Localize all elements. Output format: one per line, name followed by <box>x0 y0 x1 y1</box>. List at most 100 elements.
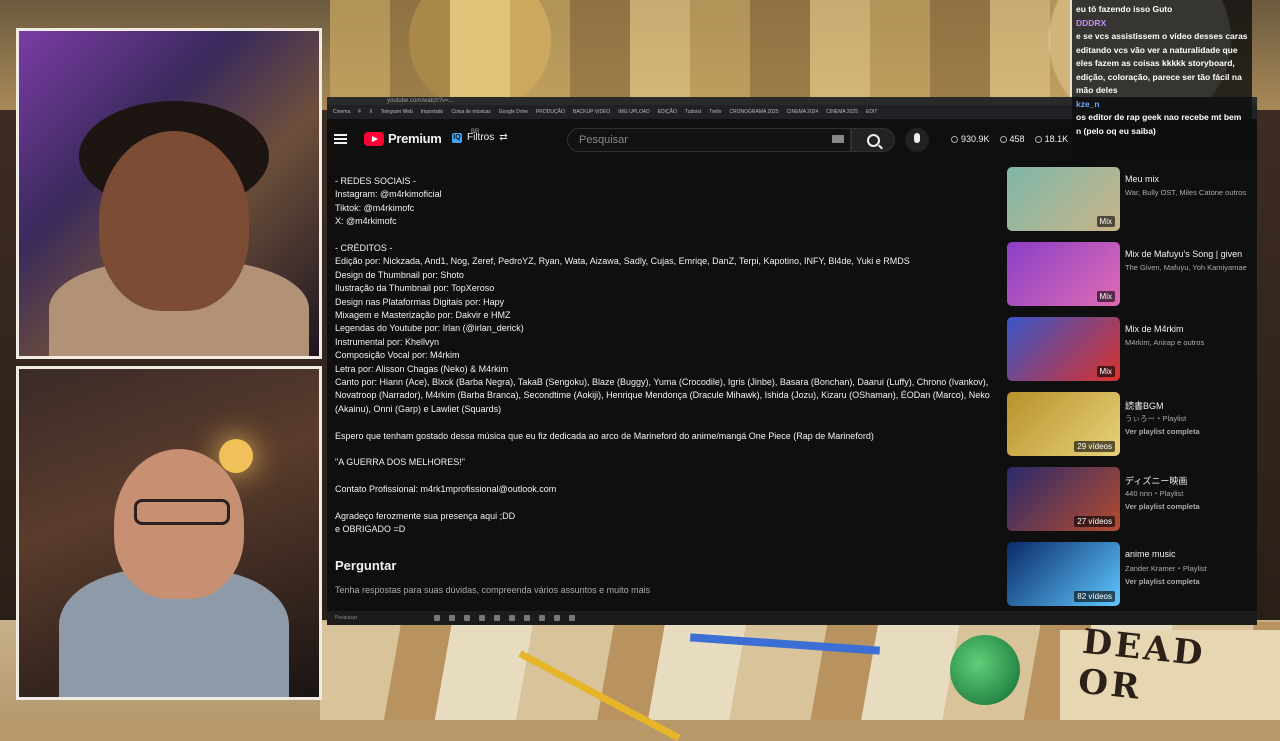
taskbar-app-icon[interactable] <box>449 615 455 621</box>
bookmark[interactable]: Coisa de músicas <box>451 109 490 115</box>
credit-line: Letra por: Alisson Chagas (Neko) & M4rki… <box>335 363 509 374</box>
playlist-thumbnail[interactable]: Mix <box>1007 317 1120 381</box>
credit-line: Ilustração da Thumbnail por: TopXeroso <box>335 283 495 294</box>
x-line[interactable]: X: @m4rkimofc <box>335 215 995 228</box>
taskbar-app-icon[interactable] <box>494 615 500 621</box>
playlist-title[interactable]: Mix de M4rkim <box>1125 324 1255 334</box>
playlist-badge: Mix <box>1096 216 1115 227</box>
url-text[interactable]: youtube.com/watch?v=... <box>387 97 454 105</box>
credit-line: Instrumental por: Khellvyn <box>335 336 440 347</box>
voice-search-button[interactable] <box>905 128 929 152</box>
bookmark[interactable]: Trello <box>709 109 721 115</box>
bookmark[interactable]: IMG UPLOAD <box>618 109 649 115</box>
credit-line: Mixagem e Masterização por: Dakvir e HMZ <box>335 310 511 321</box>
instagram-line[interactable]: Instagram: @m4rkimoficial <box>335 188 995 201</box>
bookmark[interactable]: Tudoist <box>685 109 701 115</box>
credit-line: Composição Vocal por: M4rkim <box>335 350 460 361</box>
bookmark[interactable]: Telegram Web <box>381 109 413 115</box>
playlist-badge: Mix <box>1096 366 1115 377</box>
sidebar-playlist-card[interactable]: Mix Mix de Mafuyu's Song | given The Given… <box>1007 242 1257 310</box>
thanks-line: e OBRIGADO =D <box>335 524 406 535</box>
bookmark[interactable]: CRONOGRAMA 2025 <box>729 109 778 115</box>
taskbar-app-icon[interactable] <box>434 615 440 621</box>
taskbar-app-icon[interactable] <box>464 615 470 621</box>
bookmark[interactable]: Cinema <box>333 109 350 115</box>
view-full-playlist-link[interactable]: Ver playlist completa <box>1125 502 1200 511</box>
playlist-title[interactable]: Meu mix <box>1125 174 1255 184</box>
bookmark[interactable]: X <box>369 109 372 115</box>
tagline: "A GUERRA DOS MELHORES!" <box>335 457 465 468</box>
bookmark[interactable]: BACKUP VIDEO <box>573 109 610 115</box>
taskbar-search[interactable]: Pesquisar <box>335 615 425 621</box>
windows-taskbar: Pesquisar <box>327 611 1257 625</box>
taskbar-app-icon[interactable] <box>509 615 515 621</box>
playlist-thumbnail[interactable]: Mix <box>1007 167 1120 231</box>
playlist-channel: うぃろー・Playlist <box>1125 414 1187 423</box>
tiktok-line[interactable]: Tiktok: @m4rkimofc <box>335 202 995 215</box>
bookmark[interactable]: F <box>358 109 361 115</box>
search-input[interactable]: Pesquisar <box>567 128 851 152</box>
filter-extension-icon: IQ <box>452 132 462 143</box>
playlist-title[interactable]: ディズニー映画 <box>1125 474 1255 487</box>
filter-button[interactable]: IQ Filtros ⇄ <box>452 132 508 143</box>
youtube-play-icon <box>364 131 384 146</box>
playlist-badge: Mix <box>1096 291 1115 302</box>
view-full-playlist-link[interactable]: Ver playlist completa <box>1125 427 1200 436</box>
search-button[interactable] <box>851 128 895 152</box>
playlist-channel: Zander Kramer・Playlist <box>1125 564 1207 573</box>
playlist-channel: The Given, Mafuyu, Yoh Kamiyamae <box>1125 263 1247 272</box>
credit-line: Edição por: Nickzada, And1, Nog, Zeref, … <box>335 256 910 267</box>
browser-window: youtube.com/watch?v=... Cinema F X Teleg… <box>327 97 1257 625</box>
chat-username: kze_n <box>1076 98 1100 109</box>
bookmark[interactable]: EDIÇÃO <box>658 109 677 115</box>
credit-line: Legendas do Youtube por: Irlan (@irlan_d… <box>335 323 524 334</box>
creditos-header: - CRÉDITOS - <box>335 243 393 254</box>
viewer-icon <box>1034 135 1042 143</box>
mic-icon <box>914 133 920 143</box>
globe-decor <box>950 635 1020 705</box>
perguntar-title: Perguntar <box>335 558 397 573</box>
stream-chat: eu tô fazendo isso Guto DDDRX e se vcs a… <box>1072 0 1252 160</box>
taskbar-app-icon[interactable] <box>524 615 530 621</box>
bookmark[interactable]: Importado <box>421 109 444 115</box>
webcam-top <box>16 28 322 359</box>
bookmark[interactable]: PRODUÇÃO <box>536 109 565 115</box>
youtube-logo[interactable]: Premium BR <box>364 129 479 146</box>
view-full-playlist-link[interactable]: Ver playlist completa <box>1125 577 1200 586</box>
bookmark[interactable]: CINEMA 2024 <box>787 109 819 115</box>
playlist-title[interactable]: 読書BGM <box>1125 399 1255 412</box>
playlist-title[interactable]: anime music <box>1125 549 1255 559</box>
video-description: - REDES SOCIAIS - Instagram: @m4rkimofic… <box>335 175 995 537</box>
playlist-badge: 29 vídeos <box>1074 441 1115 452</box>
chat-username: DDDRX <box>1076 17 1107 28</box>
sidebar-playlist-card[interactable]: Mix Meu mix War, Bully OST, Miles Catone o… <box>1007 167 1257 235</box>
sidebar-playlist-card[interactable]: Mix Mix de M4rkim M4rkim, Anirap e outros <box>1007 317 1257 385</box>
taskbar-app-icon[interactable] <box>569 615 575 621</box>
chat-message: eu tô fazendo isso Guto <box>1076 4 1173 14</box>
sidebar-playlist-card[interactable]: 29 vídeos 読書BGM うぃろー・Playlist Ver playlist … <box>1007 392 1257 460</box>
menu-icon[interactable] <box>334 134 347 144</box>
playlist-channel: M4rkim, Anirap e outros <box>1125 338 1205 347</box>
sidebar-playlist-card[interactable]: 82 vídeos anime music Zander Kramer・Playli… <box>1007 542 1257 610</box>
bookmark[interactable]: Google Drive <box>499 109 528 115</box>
credit-line: Design nas Plataformas Digitais por: Hap… <box>335 296 505 307</box>
chat-message: e se vcs assistissem o vídeo desses cara… <box>1076 31 1248 95</box>
taskbar-app-icon[interactable] <box>539 615 545 621</box>
credit-line: Design de Thumbnail por: Shoto <box>335 269 464 280</box>
sidebar-playlist-card[interactable]: 27 vídeos ディズニー映画 440 nnn・Playlist Ver play… <box>1007 467 1257 535</box>
playlist-thumbnail[interactable]: 29 vídeos <box>1007 392 1120 456</box>
thanks-line: Agradeço ferozmente sua presença aqui ;D… <box>335 511 516 522</box>
keyboard-icon[interactable] <box>832 135 844 143</box>
taskbar-app-icon[interactable] <box>554 615 560 621</box>
playlist-thumbnail[interactable]: 27 vídeos <box>1007 467 1120 531</box>
likes-stat: 458 <box>999 134 1025 144</box>
watching-stat: 18.1K <box>1034 134 1068 144</box>
taskbar-app-icon[interactable] <box>479 615 485 621</box>
bookmark[interactable]: EDIT <box>866 109 877 115</box>
bookmark[interactable]: CINEMA 2025 <box>826 109 858 115</box>
playlist-thumbnail[interactable]: Mix <box>1007 242 1120 306</box>
playlist-thumbnail[interactable]: 82 vídeos <box>1007 542 1120 606</box>
playlist-title[interactable]: Mix de Mafuyu's Song | given <box>1125 249 1255 259</box>
like-icon <box>999 135 1007 143</box>
eye-icon <box>951 135 958 143</box>
